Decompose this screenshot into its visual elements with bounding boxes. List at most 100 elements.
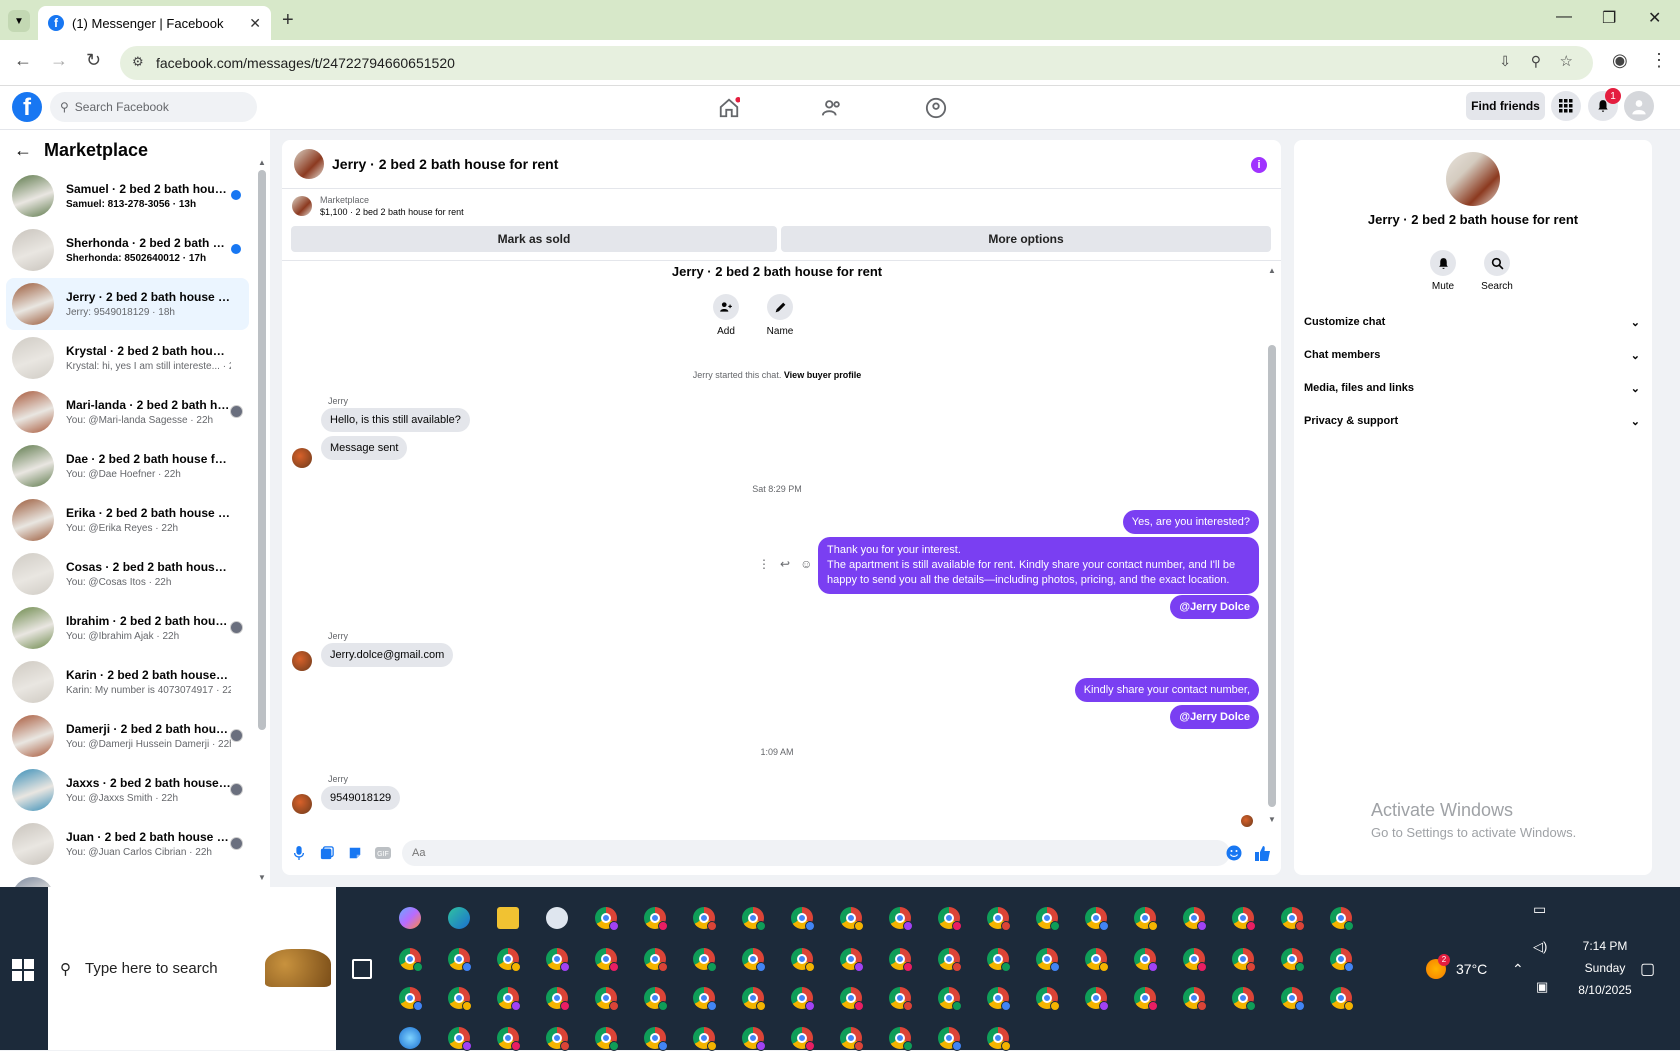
chrome-profile-icon[interactable]	[448, 948, 472, 972]
chrome-profile-icon[interactable]	[1232, 907, 1256, 931]
back-button[interactable]: ←	[14, 50, 32, 71]
info-listing-avatar[interactable]	[1446, 152, 1500, 206]
volume-icon[interactable]: ◁)	[1533, 939, 1547, 955]
conversation-item[interactable]: Karin · 2 bed 2 bath house for r... Karin…	[6, 656, 249, 708]
conversation-item[interactable]: Samuel · 2 bed 2 bath house f... Samuel: …	[6, 170, 249, 222]
chrome-profile-icon[interactable]	[938, 948, 962, 972]
chrome-profile-icon[interactable]	[840, 1027, 864, 1051]
desktop-icon[interactable]: ▭	[1533, 901, 1546, 918]
copilot-icon[interactable]	[399, 907, 421, 929]
chrome-profile-icon[interactable]	[399, 948, 423, 972]
find-friends-button[interactable]: Find friends	[1466, 92, 1545, 120]
chrome-profile-icon[interactable]	[1134, 907, 1158, 931]
chrome-profile-icon[interactable]	[448, 1027, 472, 1051]
conversation-item[interactable]: Dae · 2 bed 2 bath house for rent You: @D…	[6, 440, 249, 492]
chevron-up-icon[interactable]: ⌃	[1512, 961, 1524, 978]
chrome-profile-icon[interactable]	[791, 907, 815, 931]
app-icon[interactable]	[546, 907, 568, 929]
customize-chat-row[interactable]: Customize chat ⌄	[1304, 308, 1640, 336]
jerry-avatar[interactable]	[292, 448, 312, 468]
chrome-profile-icon[interactable]	[1036, 987, 1060, 1011]
conversation-item[interactable]: Sherhonda · 2 bed 2 bath hou... Sherhonda…	[6, 224, 249, 276]
facebook-logo[interactable]: f	[12, 92, 42, 122]
search-conversation-button[interactable]: Search	[1472, 250, 1522, 292]
weather-temp[interactable]: 37°C	[1456, 961, 1487, 977]
chrome-profile-icon[interactable]	[1330, 987, 1354, 1011]
media-files-links-row[interactable]: Media, files and links ⌄	[1304, 374, 1640, 402]
scroll-up-arrow-icon[interactable]: ▲	[258, 158, 266, 167]
clock-time[interactable]: 7:14 PM	[1568, 939, 1642, 953]
chrome-profile-icon[interactable]	[693, 987, 717, 1011]
new-tab-button[interactable]: +	[282, 9, 294, 32]
profile-icon[interactable]: ◉	[1612, 50, 1628, 71]
network-icon[interactable]: ▣	[1536, 979, 1548, 995]
chrome-profile-icon[interactable]	[1330, 948, 1354, 972]
chrome-profile-icon[interactable]	[693, 907, 717, 931]
back-arrow-icon[interactable]: ←	[14, 140, 32, 161]
scroll-down-arrow-icon[interactable]: ▼	[258, 873, 266, 882]
notification-center-icon[interactable]: ▢	[1640, 959, 1655, 979]
clock-date[interactable]: 8/10/2025	[1568, 983, 1642, 997]
chrome-profile-icon[interactable]	[644, 1027, 668, 1051]
incoming-message[interactable]: 9549018129	[321, 786, 401, 810]
chrome-profile-icon[interactable]	[644, 987, 668, 1011]
chrome-profile-icon[interactable]	[1183, 948, 1207, 972]
reply-icon[interactable]: ↩	[780, 557, 790, 571]
chrome-profile-icon[interactable]	[1134, 948, 1158, 972]
incoming-message[interactable]: Message sent	[321, 436, 408, 460]
jerry-avatar[interactable]	[292, 651, 312, 671]
chrome-profile-icon[interactable]	[1330, 907, 1354, 931]
bookmark-star-icon[interactable]: ☆	[1560, 52, 1573, 70]
chrome-profile-icon[interactable]	[791, 987, 815, 1011]
chrome-profile-icon[interactable]	[1085, 987, 1109, 1011]
task-view-icon[interactable]	[352, 959, 372, 979]
conversation-item[interactable]: Juan · 2 bed 2 bath house for... You: @Ju…	[6, 818, 249, 870]
outgoing-message[interactable]: Thank you for your interest. The apartme…	[818, 537, 1259, 594]
conversation-item[interactable]: Krystal · 2 bed 2 bath house for... Kryst…	[6, 332, 249, 384]
chrome-profile-icon[interactable]	[595, 1027, 619, 1051]
sidebar-scrollbar[interactable]	[258, 170, 266, 730]
home-icon[interactable]	[715, 94, 743, 122]
menu-dots-icon[interactable]: ⋮	[1650, 50, 1668, 71]
chat-scrollbar[interactable]	[1268, 345, 1276, 807]
privacy-support-row[interactable]: Privacy & support ⌄	[1304, 407, 1640, 435]
chrome-profile-icon[interactable]	[889, 1027, 913, 1051]
jerry-avatar[interactable]	[292, 794, 312, 814]
chrome-profile-icon[interactable]	[987, 987, 1011, 1011]
message-input[interactable]	[402, 840, 1230, 866]
menu-grid-icon[interactable]	[1551, 91, 1581, 121]
chrome-profile-icon[interactable]	[1281, 987, 1305, 1011]
zoom-icon[interactable]: ⚲	[1531, 53, 1541, 70]
chrome-profile-icon[interactable]	[595, 907, 619, 931]
forward-button[interactable]: →	[50, 50, 68, 71]
conversation-item[interactable]: Cosas · 2 bed 2 bath house for r... You: …	[6, 548, 249, 600]
chrome-profile-icon[interactable]	[742, 1027, 766, 1051]
browser-tab[interactable]: f (1) Messenger | Facebook ✕	[38, 6, 271, 40]
outgoing-message[interactable]: Yes, are you interested?	[1122, 510, 1259, 534]
conversation-item[interactable]: Erika · 2 bed 2 bath house for r... You: …	[6, 494, 249, 546]
chrome-profile-icon[interactable]	[742, 948, 766, 972]
chrome-profile-icon[interactable]	[644, 907, 668, 931]
edge-icon[interactable]	[448, 907, 470, 929]
chat-scroll-up-icon[interactable]: ▲	[1268, 266, 1276, 275]
windows-start-button[interactable]	[12, 959, 34, 981]
more-options-button[interactable]: More options	[781, 226, 1271, 252]
chrome-profile-icon[interactable]	[938, 1027, 962, 1051]
react-emoji-icon[interactable]: ☺	[800, 557, 812, 571]
chrome-profile-icon[interactable]	[742, 987, 766, 1011]
more-dots-icon[interactable]: ⋮	[758, 557, 770, 571]
incoming-message[interactable]: Hello, is this still available?	[321, 408, 470, 432]
file-explorer-icon[interactable]	[497, 907, 519, 929]
name-chat-button[interactable]: Name	[750, 294, 810, 337]
mark-as-sold-button[interactable]: Mark as sold	[291, 226, 777, 252]
chrome-profile-icon[interactable]	[1183, 907, 1207, 931]
chrome-profile-icon[interactable]	[497, 948, 521, 972]
reload-button[interactable]: ↻	[86, 50, 101, 71]
chrome-profile-icon[interactable]	[791, 948, 815, 972]
gif-icon[interactable]: GIF	[374, 844, 392, 862]
listing-avatar[interactable]	[294, 149, 324, 179]
chrome-profile-icon[interactable]	[889, 907, 913, 931]
site-info-icon[interactable]: ⚙	[132, 54, 144, 70]
thumbs-up-icon[interactable]	[1254, 844, 1272, 862]
chrome-profile-icon[interactable]	[938, 907, 962, 931]
